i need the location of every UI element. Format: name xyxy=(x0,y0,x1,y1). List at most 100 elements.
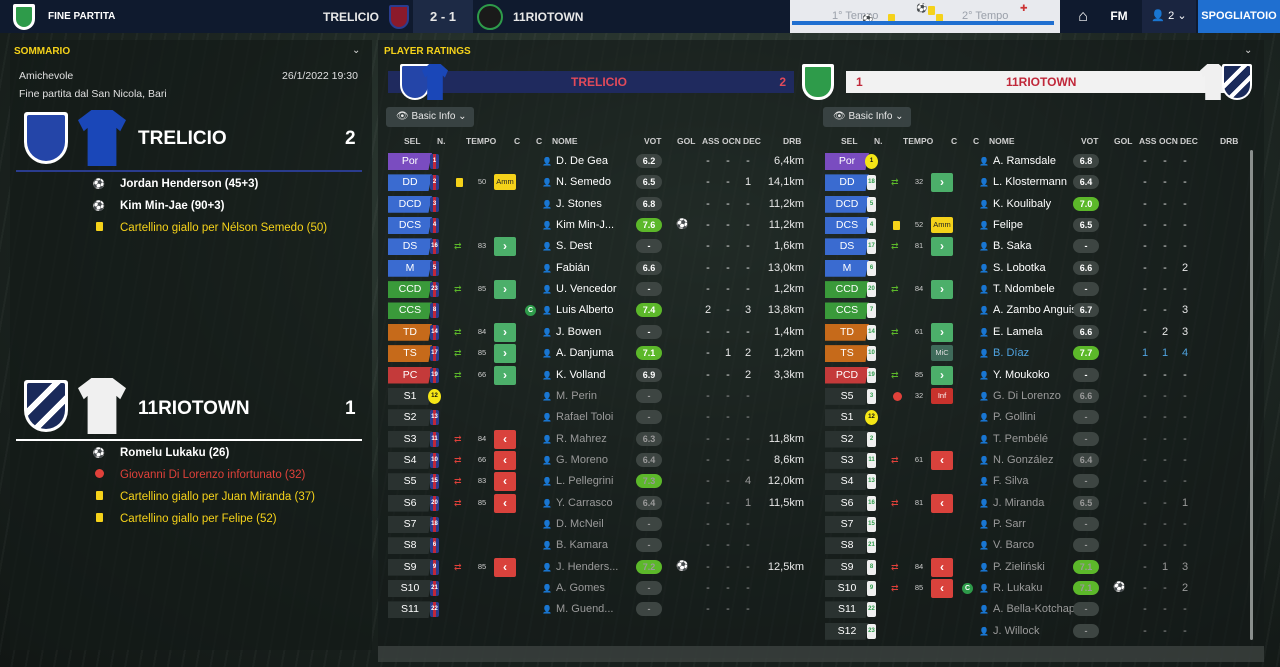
player-row[interactable]: DD 18 ⇄ 32 › 👤 L. Klostermann 6.4 - - - xyxy=(815,172,1235,193)
sub-in-button[interactable]: › xyxy=(494,280,516,300)
away-team-name[interactable]: 11RIOTOWN xyxy=(507,10,583,24)
player-row[interactable]: S12 23 👤 J. Willock - - - - xyxy=(815,621,1235,642)
player-row[interactable]: S1 12 👤 M. Perin - - - - xyxy=(378,386,798,407)
player-name[interactable]: P. Gollini xyxy=(993,411,1036,423)
away-filter-dropdown[interactable]: 👁 Basic Info ⌄ xyxy=(823,107,911,127)
player-name[interactable]: T. Ndombele xyxy=(993,283,1055,295)
player-name[interactable]: Felipe xyxy=(993,219,1023,231)
player-name[interactable]: Y. Moukoko xyxy=(993,369,1050,381)
player-row[interactable]: Por 1 👤 A. Ramsdale 6.8 - - - xyxy=(815,151,1235,172)
match-timeline[interactable]: 1° Tempo 2° Tempo ⚽ ✚ ⚽ xyxy=(790,0,1060,33)
player-row[interactable]: DS 17 ⇄ 81 › 👤 B. Saka - - - - xyxy=(815,236,1235,257)
column-header-c[interactable]: C xyxy=(514,136,520,146)
column-header-drb[interactable]: DRB xyxy=(1220,136,1238,146)
column-header-ocn[interactable]: OCN xyxy=(1159,136,1178,146)
sub-in-button[interactable]: › xyxy=(494,237,516,257)
player-row[interactable]: DCD 5 👤 K. Koulibaly 7.0 - - - xyxy=(815,194,1235,215)
player-row[interactable]: CCS 7 👤 A. Zambo Anguissa 6.7- -3 xyxy=(815,300,1235,321)
sub-in-button[interactable]: › xyxy=(931,365,953,385)
player-name[interactable]: N. Semedo xyxy=(556,176,611,188)
player-row[interactable]: TS 10 MiC 👤 B. Díaz 7.7 1 1 4 xyxy=(815,343,1235,364)
column-header-sel[interactable]: SEL xyxy=(404,136,421,146)
column-header-tempo[interactable]: TEMPO xyxy=(466,136,496,146)
player-name[interactable]: J. Willock xyxy=(993,625,1039,637)
player-name[interactable]: K. Volland xyxy=(556,369,606,381)
sub-out-button[interactable]: ‹ xyxy=(494,429,516,449)
player-row[interactable]: S4 13 👤 F. Silva - - - - xyxy=(815,471,1235,492)
fm-menu-button[interactable]: FM xyxy=(1100,0,1138,33)
player-name[interactable]: Fabián xyxy=(556,262,590,274)
column-header-vot[interactable]: VOT xyxy=(644,136,661,146)
column-header-c2[interactable]: C xyxy=(536,136,542,146)
player-name[interactable]: G. Di Lorenzo xyxy=(993,390,1061,402)
player-row[interactable]: S2 13 👤 Rafael Toloi - - - - xyxy=(378,407,798,428)
player-row[interactable]: S10 21 👤 A. Gomes - - - - xyxy=(378,578,798,599)
player-name[interactable]: V. Barco xyxy=(993,539,1034,551)
player-name[interactable]: T. Pembélé xyxy=(993,433,1048,445)
player-name[interactable]: J. Bowen xyxy=(556,326,601,338)
column-header-drb[interactable]: DRB xyxy=(783,136,801,146)
player-row[interactable]: S6 20 ⇄ 85 ‹ 👤 Y. Carrasco 6.4- -1 11,5km xyxy=(378,493,804,514)
player-name[interactable]: R. Lukaku xyxy=(993,582,1043,594)
status-tag[interactable]: Amm xyxy=(931,217,953,234)
player-name[interactable]: M. Guend... xyxy=(556,603,613,615)
player-name[interactable]: S. Dest xyxy=(556,240,592,252)
away-team-title[interactable]: 11RIOTOWN xyxy=(138,398,250,420)
player-name[interactable]: R. Mahrez xyxy=(556,433,607,445)
player-row[interactable]: S3 11 ⇄ 61 ‹ 👤 N. González 6.4 - - - xyxy=(815,450,1235,471)
player-row[interactable]: S2 2 👤 T. Pembélé - - - - xyxy=(815,429,1235,450)
column-header-ass[interactable]: ASS xyxy=(1139,136,1156,146)
column-header-ass[interactable]: ASS xyxy=(702,136,719,146)
sub-in-button[interactable]: › xyxy=(494,322,516,342)
player-row[interactable]: TS 17 ⇄ 85 › 👤 A. Danjuma 7.1-1 2 1,2km xyxy=(378,343,804,364)
player-row[interactable]: CCS 8 C 👤 Luis Alberto 7.4 2-3 13,8km xyxy=(378,300,804,321)
column-header-n[interactable]: N. xyxy=(874,136,883,146)
player-name[interactable]: K. Koulibaly xyxy=(993,198,1051,210)
column-header-c[interactable]: C xyxy=(951,136,957,146)
player-name[interactable]: J. Miranda xyxy=(993,497,1044,509)
player-row[interactable]: TD 14 ⇄ 84 › 👤 J. Bowen - - - -1,4km xyxy=(378,322,804,343)
sub-out-button[interactable]: ‹ xyxy=(931,557,953,577)
player-name[interactable]: E. Lamela xyxy=(993,326,1043,338)
player-name[interactable]: U. Vencedor xyxy=(556,283,617,295)
player-row[interactable]: PC 19 ⇄ 66 › 👤 K. Volland 6.9- -2 3,3km xyxy=(378,365,804,386)
player-row[interactable]: S4 10 ⇄ 66 ‹ 👤 G. Moreno 6.4- - -8,6km xyxy=(378,450,804,471)
sub-out-button[interactable]: ‹ xyxy=(494,450,516,470)
player-name[interactable]: F. Silva xyxy=(993,475,1028,487)
player-name[interactable]: A. Gomes xyxy=(556,582,605,594)
chevron-down-icon[interactable]: ⌄ xyxy=(1244,45,1252,56)
people-button[interactable]: 👤 2 ⌄ xyxy=(1142,0,1196,33)
player-name[interactable]: B. Díaz xyxy=(993,347,1029,359)
player-name[interactable]: Luis Alberto xyxy=(556,304,613,316)
player-row[interactable]: S1 12 👤 P. Gollini - - - - xyxy=(815,407,1235,428)
column-header-ocn[interactable]: OCN xyxy=(722,136,741,146)
player-name[interactable]: D. McNeil xyxy=(556,518,604,530)
sub-in-button[interactable]: › xyxy=(931,280,953,300)
sub-in-button[interactable]: › xyxy=(931,237,953,257)
player-name[interactable]: Kim Min-J... xyxy=(556,219,614,231)
player-row[interactable]: S9 9 ⇄ 85 ‹ 👤 J. Henders... 7.2 ⚽ - - -12,5km xyxy=(378,557,804,578)
status-tag[interactable]: Amm xyxy=(494,174,516,191)
player-name[interactable]: B. Kamara xyxy=(556,539,608,551)
player-row[interactable]: DCS 4 52 Amm 👤 Felipe 6.5 - - - xyxy=(815,215,1235,236)
player-row[interactable]: S11 22 👤 A. Bella-Kotchap - - - - xyxy=(815,599,1235,620)
player-name[interactable]: J. Stones xyxy=(556,198,602,210)
player-row[interactable]: S7 18 👤 D. McNeil - - - - xyxy=(378,514,798,535)
player-row[interactable]: S10 9 ⇄ 85 ‹ C 👤 R. Lukaku 7.1 ⚽ - - 2 xyxy=(815,578,1235,599)
sub-out-button[interactable]: ‹ xyxy=(931,450,953,470)
player-row[interactable]: S8 21 👤 V. Barco - - - - xyxy=(815,535,1235,556)
chevron-down-icon[interactable]: ⌄ xyxy=(352,45,360,56)
dressing-room-button[interactable]: SPOGLIATOIO xyxy=(1198,0,1280,33)
player-name[interactable]: L. Klostermann xyxy=(993,176,1067,188)
player-row[interactable]: CCD 23 ⇄ 85 › 👤 U. Vencedor - - - -1,2km xyxy=(378,279,804,300)
column-header-tempo[interactable]: TEMPO xyxy=(903,136,933,146)
player-row[interactable]: S7 15 👤 P. Sarr - - - - xyxy=(815,514,1235,535)
column-header-gol[interactable]: GOL xyxy=(677,136,695,146)
player-row[interactable]: CCD 20 ⇄ 84 › 👤 T. Ndombele - - - - xyxy=(815,279,1235,300)
scrollbar[interactable] xyxy=(1250,150,1253,640)
player-row[interactable]: S5 15 ⇄ 83 ‹ 👤 L. Pellegrini 7.3- -4 12,0km xyxy=(378,471,804,492)
player-name[interactable]: Rafael Toloi xyxy=(556,411,613,423)
player-row[interactable]: Por 1 👤 D. De Gea 6.2- - -6,4km xyxy=(378,151,804,172)
player-row[interactable]: DS 16 ⇄ 83 › 👤 S. Dest - - - -1,6km xyxy=(378,236,804,257)
column-header-dec[interactable]: DEC xyxy=(1180,136,1198,146)
